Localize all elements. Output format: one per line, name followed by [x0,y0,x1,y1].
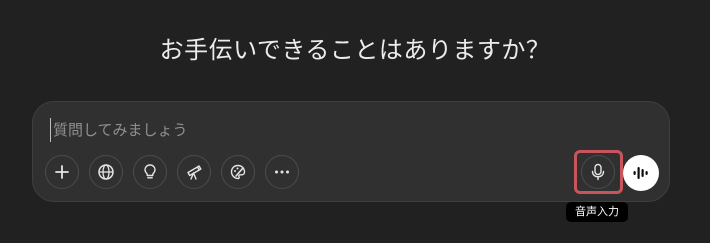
voice-input-button[interactable] [581,155,615,189]
plus-icon [55,165,69,179]
think-button[interactable] [133,155,167,189]
lightbulb-icon [144,164,156,179]
composer [32,101,670,202]
web-search-button[interactable] [89,155,123,189]
voice-mode-button[interactable] [623,155,659,191]
telescope-icon [187,165,202,180]
palette-icon [230,164,246,180]
ellipsis-icon [275,170,289,174]
image-create-button[interactable] [221,155,255,189]
deep-research-button[interactable] [177,155,211,189]
microphone-icon [591,163,605,181]
prompt-input[interactable] [50,118,613,142]
page-heading: お手伝いできることはありますか？ [159,36,551,64]
add-button[interactable] [45,155,79,189]
more-tools-button[interactable] [265,155,299,189]
chat-home: お手伝いできることはありますか？ 質問してみましょう 音声入力 [0,0,710,243]
voice-input-tooltip: 音声入力 [566,202,628,222]
waveform-icon [633,167,648,179]
globe-icon [98,164,114,180]
